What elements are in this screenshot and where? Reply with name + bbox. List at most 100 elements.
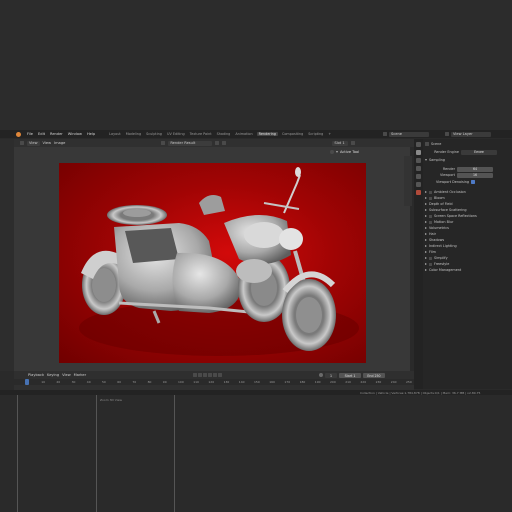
viewport-denoising-checkbox[interactable] xyxy=(471,180,475,184)
menu-help[interactable]: Help xyxy=(86,132,96,136)
view-layer-name-field[interactable]: View Layer xyxy=(451,131,491,137)
chevron-right-icon xyxy=(425,239,427,241)
render-engine-dropdown[interactable]: Eevee xyxy=(461,149,497,155)
area-divider[interactable] xyxy=(17,395,18,512)
timeline-tick: 200 xyxy=(330,380,336,384)
panel-checkbox[interactable] xyxy=(429,262,432,266)
slot-dropdown[interactable]: Slot 1 xyxy=(332,140,349,146)
image-editor-header: View View Image Render Result Slot 1 xyxy=(14,139,417,147)
render-samples-field[interactable]: 64 xyxy=(457,166,493,172)
menu-view[interactable]: View xyxy=(62,373,71,377)
timeline-tick: 250 xyxy=(406,380,412,384)
menu-image[interactable]: Image xyxy=(54,141,65,145)
end-frame-field[interactable]: End 250 xyxy=(363,373,385,378)
image-browse-icon[interactable] xyxy=(161,141,166,145)
start-frame-field[interactable]: Start 1 xyxy=(339,373,361,378)
timeline-tick: 160 xyxy=(269,380,275,384)
timeline-tick: 170 xyxy=(284,380,291,384)
menu-view[interactable]: View xyxy=(43,141,52,145)
viewport-samples-field[interactable]: 16 xyxy=(457,172,493,178)
tab-uv-editing[interactable]: UV Editing xyxy=(166,132,186,136)
properties-tab-strip xyxy=(414,139,423,389)
jump-start-icon[interactable] xyxy=(193,373,197,377)
panel-sampling-label: Sampling xyxy=(429,158,445,162)
close-image-icon[interactable] xyxy=(222,141,227,145)
chevron-right-icon xyxy=(425,203,427,205)
panel-checkbox[interactable] xyxy=(429,190,432,194)
chevron-right-icon xyxy=(425,257,427,259)
add-workspace-button[interactable]: + xyxy=(327,132,332,136)
tab-sculpting[interactable]: Sculpting xyxy=(145,132,163,136)
tool-tab-icon[interactable] xyxy=(416,142,421,147)
properties-title-row: Scene xyxy=(425,141,441,147)
active-tool-label: Active Tool xyxy=(340,150,360,154)
end-value: 250 xyxy=(374,373,381,378)
play-icon[interactable] xyxy=(208,373,212,377)
tab-compositing[interactable]: Compositing xyxy=(281,132,304,136)
world-tab-icon[interactable] xyxy=(416,182,421,187)
jump-prev-key-icon[interactable] xyxy=(198,373,202,377)
panel-checkbox[interactable] xyxy=(429,256,432,260)
object-tab-icon[interactable] xyxy=(416,190,421,195)
jump-end-icon[interactable] xyxy=(218,373,222,377)
chevron-right-icon xyxy=(425,227,427,229)
menu-playback[interactable]: Playback xyxy=(28,373,44,377)
scene-selector[interactable]: Scene xyxy=(383,131,443,137)
menu-marker[interactable]: Marker xyxy=(74,373,86,377)
tab-layout[interactable]: Layout xyxy=(108,132,122,136)
panel-label: Subsurface Scattering xyxy=(429,208,467,212)
tab-texture-paint[interactable]: Texture Paint xyxy=(189,132,213,136)
timeline-tick: 140 xyxy=(238,380,245,384)
timeline-tick: 50 xyxy=(102,380,106,384)
viewport-denoising-label: Viewport Denoising xyxy=(436,180,469,184)
display-channels-icon[interactable] xyxy=(351,141,356,145)
area-divider[interactable] xyxy=(174,395,175,512)
panel-label: Freestyle xyxy=(434,262,450,266)
panel-checkbox[interactable] xyxy=(429,196,432,200)
menu-file[interactable]: File xyxy=(26,132,34,136)
panel-checkbox[interactable] xyxy=(429,220,432,224)
view-layer-tab-icon[interactable] xyxy=(416,166,421,171)
editor-type-icon[interactable] xyxy=(20,141,24,145)
panel-color-management[interactable]: Color Management xyxy=(425,267,461,273)
panel-checkbox[interactable] xyxy=(429,214,432,218)
menu-window[interactable]: Window xyxy=(67,132,83,136)
timeline-tick: 40 xyxy=(86,380,91,384)
mode-dropdown[interactable]: View xyxy=(27,140,40,146)
blender-logo-icon[interactable] xyxy=(16,131,21,137)
tab-modeling[interactable]: Modeling xyxy=(125,132,142,136)
panel-label: Motion Blur xyxy=(434,220,454,224)
tab-rendering[interactable]: Rendering xyxy=(256,132,278,136)
jump-next-key-icon[interactable] xyxy=(213,373,217,377)
playback-controls xyxy=(193,373,222,377)
tab-shading[interactable]: Shading xyxy=(216,132,232,136)
timeline-tick: 190 xyxy=(314,380,321,384)
tab-animation[interactable]: Animation xyxy=(234,132,253,136)
sidebar-tabs[interactable] xyxy=(404,156,412,206)
current-frame-field[interactable]: 1 xyxy=(325,373,337,378)
active-tool-toggle[interactable]: Active Tool xyxy=(330,150,359,154)
menu-render[interactable]: Render xyxy=(49,132,64,136)
timeline-tick: 70 xyxy=(132,380,137,384)
image-name-field[interactable]: Render Result xyxy=(168,140,213,146)
menu-edit[interactable]: Edit xyxy=(37,132,46,136)
record-icon[interactable] xyxy=(319,373,323,377)
scene-tab-icon[interactable] xyxy=(416,174,421,179)
area-divider[interactable] xyxy=(96,395,97,512)
panel-label: Shadows xyxy=(429,238,445,242)
chevron-right-icon xyxy=(425,221,427,223)
pin-icon[interactable] xyxy=(215,141,220,145)
output-tab-icon[interactable] xyxy=(416,158,421,163)
hand-icon[interactable] xyxy=(330,150,334,154)
chevron-right-icon xyxy=(425,251,427,253)
menu-keying[interactable]: Keying xyxy=(47,373,59,377)
view-layer-selector[interactable]: View Layer xyxy=(445,131,501,137)
scene-name-field[interactable]: Scene xyxy=(389,131,429,137)
panel-sampling[interactable]: Sampling xyxy=(425,157,445,163)
lower-editor-area[interactable] xyxy=(0,395,512,512)
tab-scripting[interactable]: Scripting xyxy=(307,132,324,136)
render-tab-icon[interactable] xyxy=(416,150,421,155)
render-samples-label: Render xyxy=(442,167,455,171)
empty-top-area xyxy=(0,0,512,130)
play-reverse-icon[interactable] xyxy=(203,373,207,377)
